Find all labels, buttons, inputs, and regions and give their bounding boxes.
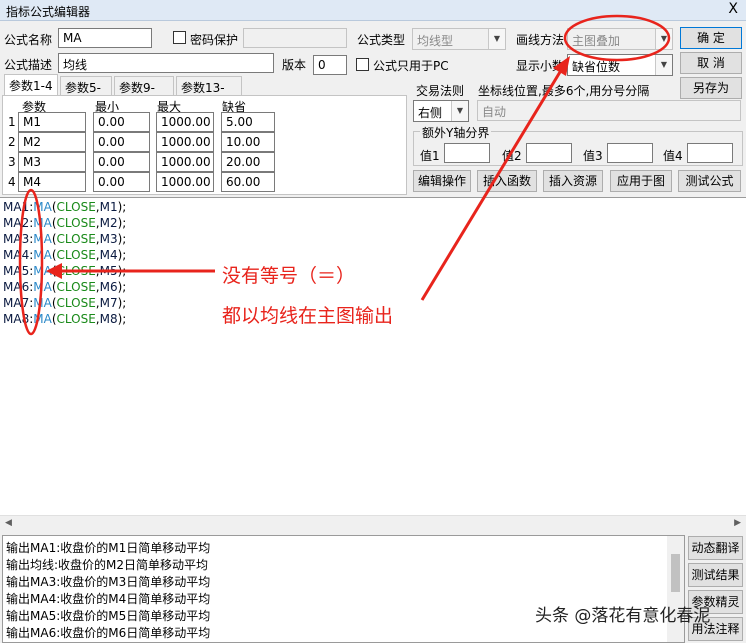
coord-line-label: 坐标线位置,最多6个,用分号分隔 <box>478 84 650 98</box>
code-editor[interactable] <box>0 197 746 530</box>
formula-name-label: 公式名称 <box>4 33 53 47</box>
output-line: 输出MA3:收盘价的M3日简单移动平均 <box>6 575 211 589</box>
tab-params-5-8[interactable]: 参数5-8 <box>60 76 112 110</box>
y-value4-label: 值4 <box>663 149 683 163</box>
password-input[interactable] <box>243 28 347 48</box>
password-label: 密码保护 <box>190 33 239 47</box>
horizontal-scrollbar[interactable]: ◀ ▶ <box>0 515 746 532</box>
version-input[interactable]: 0 <box>313 55 347 75</box>
y-value4-input[interactable] <box>687 143 733 163</box>
param-max-input[interactable]: 1000.00 <box>156 132 214 152</box>
code-line: MA4:MA(CLOSE,M4); <box>3 248 127 262</box>
window-title: 指标公式编辑器 <box>6 5 91 19</box>
param-name-input[interactable]: M2 <box>18 132 86 152</box>
draw-method-label: 画线方法 <box>516 33 565 47</box>
param-name-input[interactable]: M3 <box>18 152 86 172</box>
watermark: 头条 @落花有意化春泥 <box>535 606 711 626</box>
output-line: 输出MA4:收盘价的M4日简单移动平均 <box>6 592 211 606</box>
decimal-select[interactable]: 缺省位数 ▼ <box>567 54 673 76</box>
y-value2-input[interactable] <box>526 143 572 163</box>
test-result-button[interactable]: 测试结果 <box>688 563 743 587</box>
chevron-down-icon: ▼ <box>451 101 468 121</box>
param-default-input[interactable]: 20.00 <box>221 152 275 172</box>
param-default-input[interactable]: 60.00 <box>221 172 275 192</box>
insert-function-button[interactable]: 插入函数 <box>477 170 537 192</box>
close-icon[interactable]: X <box>728 1 738 17</box>
draw-method-select[interactable]: 主图叠加 ▼ <box>567 28 673 50</box>
param-name-input[interactable]: M4 <box>18 172 86 192</box>
apply-to-chart-button[interactable]: 应用于图 <box>610 170 672 192</box>
code-line: MA1:MA(CLOSE,M1); <box>3 200 127 214</box>
code-line: MA3:MA(CLOSE,M3); <box>3 232 127 246</box>
y-value3-input[interactable] <box>607 143 653 163</box>
edit-operation-button[interactable]: 编辑操作 <box>413 170 471 192</box>
trade-rule-label: 交易法则 <box>416 84 465 98</box>
scroll-right-icon[interactable]: ▶ <box>734 518 741 528</box>
param-max-input[interactable]: 1000.00 <box>156 172 214 192</box>
translation-output: 输出MA1:收盘价的M1日简单移动平均 输出均线:收盘价的M2日简单移动平均 输… <box>2 535 685 643</box>
formula-type-label: 公式类型 <box>357 33 406 47</box>
output-line: 输出MA1:收盘价的M1日简单移动平均 <box>6 541 211 555</box>
version-label: 版本 <box>282 58 307 72</box>
y-value1-input[interactable] <box>444 143 490 163</box>
formula-name-input[interactable]: MA <box>58 28 152 48</box>
vertical-scrollbar[interactable] <box>667 536 684 642</box>
annotation-main-chart-output: 都以均线在主图输出 <box>222 305 394 327</box>
chevron-down-icon: ▼ <box>488 29 505 49</box>
code-line: MA7:MA(CLOSE,M7); <box>3 296 127 310</box>
title-bar: 指标公式编辑器 X <box>0 0 746 21</box>
tab-params-9-12[interactable]: 参数9-12 <box>114 76 174 110</box>
formula-type-select[interactable]: 均线型 ▼ <box>412 28 506 50</box>
param-default-input[interactable]: 5.00 <box>221 112 275 132</box>
cancel-button[interactable]: 取 消 <box>680 52 742 74</box>
param-row-index: 3 <box>8 155 16 169</box>
scroll-left-icon[interactable]: ◀ <box>5 518 12 528</box>
param-row-index: 2 <box>8 135 16 149</box>
test-formula-button[interactable]: 测试公式 <box>678 170 741 192</box>
y-value2-label: 值2 <box>502 149 522 163</box>
trade-rule-select[interactable]: 右侧 ▼ <box>413 100 469 122</box>
output-line: 输出MA6:收盘价的M6日简单移动平均 <box>6 626 211 640</box>
password-checkbox[interactable] <box>173 31 186 44</box>
y-axis-label: 额外Y轴分界 <box>420 124 492 141</box>
code-line: MA5:MA(CLOSE,M5); <box>3 264 127 278</box>
code-line: MA2:MA(CLOSE,M2); <box>3 216 127 230</box>
param-name-input[interactable]: M1 <box>18 112 86 132</box>
coord-line-input[interactable]: 自动 <box>477 100 741 121</box>
param-min-input[interactable]: 0.00 <box>93 132 150 152</box>
pc-only-checkbox[interactable] <box>356 58 369 71</box>
decimal-value: 缺省位数 <box>572 60 621 74</box>
param-row-index: 1 <box>8 115 16 129</box>
code-line: MA6:MA(CLOSE,M6); <box>3 280 127 294</box>
param-default-input[interactable]: 10.00 <box>221 132 275 152</box>
param-min-input[interactable]: 0.00 <box>93 172 150 192</box>
annotation-no-equal-sign: 没有等号（＝） <box>222 265 356 287</box>
chevron-down-icon: ▼ <box>655 29 672 49</box>
output-line: 输出MA5:收盘价的M5日简单移动平均 <box>6 609 211 623</box>
chevron-down-icon: ▼ <box>655 55 672 75</box>
param-min-input[interactable]: 0.00 <box>93 112 150 132</box>
param-max-input[interactable]: 1000.00 <box>156 152 214 172</box>
param-min-input[interactable]: 0.00 <box>93 152 150 172</box>
tab-params-1-4[interactable]: 参数1-4 <box>4 74 58 96</box>
insert-resource-button[interactable]: 插入资源 <box>543 170 603 192</box>
code-line: MA8:MA(CLOSE,M8); <box>3 312 127 326</box>
param-row-index: 4 <box>8 175 16 189</box>
y-value3-label: 值3 <box>583 149 603 163</box>
save-as-button[interactable]: 另存为 <box>680 77 742 99</box>
dynamic-translate-button[interactable]: 动态翻译 <box>688 536 743 560</box>
output-line: 输出均线:收盘价的M2日简单移动平均 <box>6 558 209 572</box>
scrollbar-thumb[interactable] <box>671 554 680 592</box>
formula-desc-input[interactable]: 均线 <box>58 53 274 73</box>
tab-params-13-16[interactable]: 参数13-16 <box>176 76 242 110</box>
pc-only-label: 公式只用于PC <box>373 59 449 73</box>
formula-desc-label: 公式描述 <box>4 58 53 72</box>
ok-button[interactable]: 确 定 <box>680 27 742 49</box>
decimal-label: 显示小数 <box>516 59 565 73</box>
trade-rule-value: 右侧 <box>418 106 443 120</box>
y-value1-label: 值1 <box>420 149 440 163</box>
formula-type-value: 均线型 <box>417 34 454 48</box>
draw-method-value: 主图叠加 <box>572 34 621 48</box>
param-max-input[interactable]: 1000.00 <box>156 112 214 132</box>
